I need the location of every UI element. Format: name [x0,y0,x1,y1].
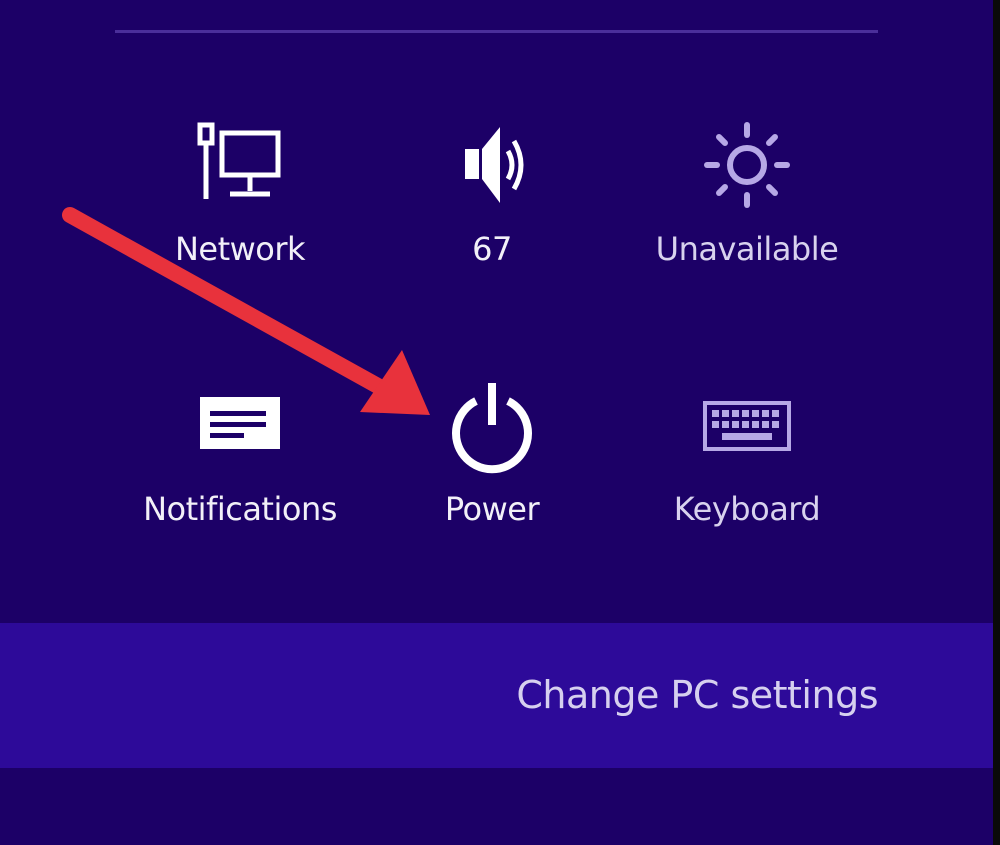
notifications-label: Notifications [143,490,337,528]
power-label: Power [444,490,540,528]
speaker-icon [442,115,542,215]
power-icon [442,375,542,475]
settings-pane: Network 67 Unavailable Notifications Pow… [0,0,993,845]
network-icon [190,115,290,215]
keyboard-tile[interactable]: Keyboard [632,375,862,535]
keyboard-icon [697,375,797,475]
divider [115,30,878,33]
change-pc-settings-button[interactable]: Change PC settings [0,623,993,768]
notifications-tile[interactable]: Notifications [125,375,355,535]
network-tile[interactable]: Network [125,115,355,275]
notifications-icon [190,375,290,475]
keyboard-label: Keyboard [673,490,821,528]
power-tile[interactable]: Power [377,375,607,535]
change-pc-settings-label: Change PC settings [516,673,878,717]
volume-tile[interactable]: 67 [377,115,607,275]
volume-label: 67 [472,230,512,268]
brightness-label: Unavailable [655,230,839,268]
brightness-icon [697,115,797,215]
window-edge [993,0,1000,845]
network-label: Network [174,230,306,268]
brightness-tile[interactable]: Unavailable [632,115,862,275]
